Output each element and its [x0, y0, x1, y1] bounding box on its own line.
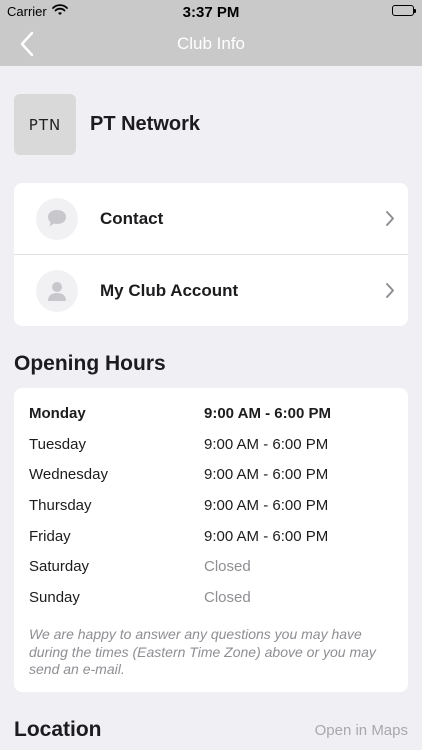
day-label: Sunday: [29, 589, 80, 606]
day-label: Saturday: [29, 558, 90, 575]
day-label: Wednesday: [29, 466, 108, 483]
hours-note: We are happy to answer any questions you…: [29, 626, 376, 677]
club-logo: PTN: [14, 94, 76, 155]
status-time: 3:37 PM: [182, 4, 240, 21]
hours-value: 9:00 AM - 6:00 PM: [204, 466, 329, 483]
open-in-maps-link[interactable]: Open in Maps: [315, 722, 408, 739]
hours-value: Closed: [204, 589, 251, 606]
hours-value: 9:00 AM - 6:00 PM: [204, 497, 329, 514]
hours-value: 9:00 AM - 6:00 PM: [204, 405, 331, 422]
club-links-card: Contact My Club Account: [14, 183, 408, 326]
page-title: Club Info: [176, 34, 246, 53]
day-label: Tuesday: [29, 436, 86, 453]
contact-label: Contact: [100, 209, 164, 228]
hours-value: 9:00 AM - 6:00 PM: [204, 436, 329, 453]
chevron-right-icon: [386, 211, 394, 226]
opening-hours-card: Monday 9:00 AM - 6:00 PM Tuesday 9:00 AM…: [14, 388, 408, 692]
navigation-bar: Club Info: [0, 22, 422, 66]
person-icon: [36, 270, 78, 312]
day-label: Thursday: [29, 497, 92, 514]
status-bar: Carrier 3:37 PM: [0, 0, 422, 22]
hours-value: Closed: [204, 558, 251, 575]
chat-bubble-icon: [36, 198, 78, 240]
day-label: Friday: [29, 528, 71, 545]
club-name: PT Network: [90, 113, 201, 135]
opening-hours-heading: Opening Hours: [14, 352, 166, 375]
hours-value: 9:00 AM - 6:00 PM: [204, 528, 329, 545]
chevron-right-icon: [386, 283, 394, 298]
day-label: Monday: [29, 405, 86, 422]
location-heading: Location: [14, 718, 102, 741]
my-club-account-label: My Club Account: [100, 281, 239, 300]
contact-row[interactable]: Contact: [14, 183, 408, 255]
battery-icon: [392, 5, 416, 16]
my-club-account-row[interactable]: My Club Account: [14, 255, 408, 326]
